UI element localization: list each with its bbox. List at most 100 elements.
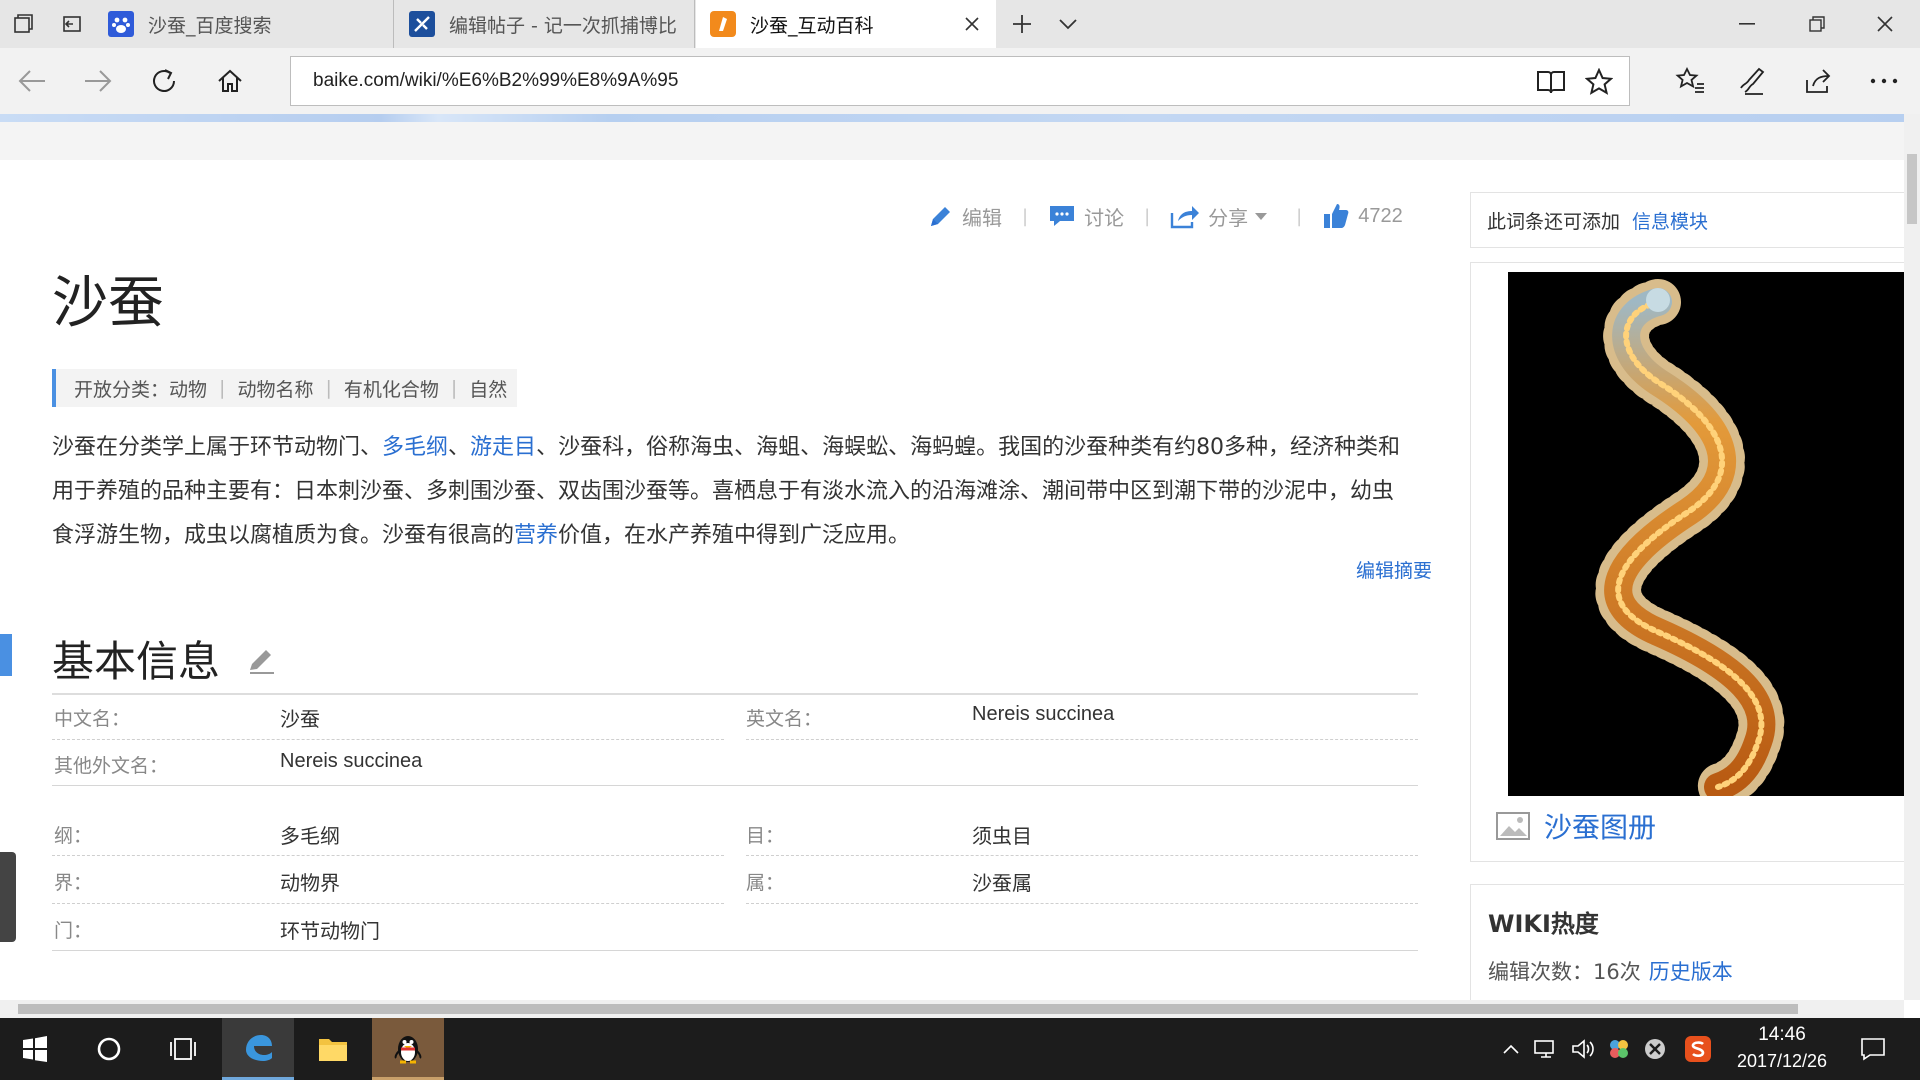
- task-view-icon[interactable]: [148, 1018, 218, 1080]
- category-separator: |: [219, 377, 226, 399]
- label-kingdom: 界：: [54, 872, 93, 894]
- sandworm-photo[interactable]: [1508, 272, 1904, 796]
- windows-taskbar: [0, 1018, 1920, 1080]
- tab-list-chevron-icon[interactable]: [1046, 0, 1090, 48]
- favorite-star-icon[interactable]: [1583, 66, 1615, 98]
- restore-icon[interactable]: [1782, 0, 1852, 48]
- article-actions: 编辑 | 讨论 | 分享 | 4722: [928, 198, 1403, 234]
- link-errantia[interactable]: 游走目: [470, 435, 536, 460]
- back-arrow-icon[interactable]: [8, 57, 56, 105]
- scrollbar-thumb[interactable]: [1907, 154, 1917, 224]
- more-options-icon[interactable]: [1860, 57, 1908, 105]
- add-module-text: 此词条还可添加: [1487, 210, 1621, 233]
- address-url[interactable]: baike.com/wiki/%E6%B2%99%E8%9A%95: [313, 57, 678, 105]
- row-divider: [746, 739, 1418, 740]
- page-load-progress: [0, 114, 1904, 122]
- cortana-icon[interactable]: [74, 1018, 144, 1080]
- tab-hudong-baike[interactable]: 沙蚕_互动百科: [696, 0, 996, 48]
- share-arrow-icon: [1170, 206, 1200, 229]
- blocked-status-icon[interactable]: [1638, 1018, 1672, 1080]
- photo-album-link[interactable]: 沙蚕图册: [1496, 806, 1656, 846]
- summary-text: 价值，在水产养殖中得到广泛应用。: [558, 523, 911, 548]
- forward-arrow-icon[interactable]: [74, 57, 122, 105]
- new-tab-icon[interactable]: [1000, 0, 1044, 48]
- label-en-name: 英文名：: [746, 708, 823, 730]
- row-divider: [746, 855, 1418, 856]
- value-class: 多毛纲: [280, 824, 340, 848]
- chat-bubble-icon: [1050, 206, 1075, 226]
- row-divider: [52, 903, 724, 904]
- wiki-heat-box: [1470, 884, 1904, 1004]
- like-action[interactable]: 4722: [1322, 202, 1403, 230]
- category-link[interactable]: 动物: [169, 375, 207, 402]
- horizontal-scrollbar[interactable]: [0, 1000, 1904, 1018]
- label-phylum: 门：: [54, 920, 93, 942]
- favorites-hub-icon[interactable]: [1666, 57, 1714, 105]
- edit-label: 编辑: [962, 205, 1002, 230]
- action-separator: |: [1022, 205, 1029, 227]
- value-cn-name: 沙蚕: [280, 707, 320, 731]
- category-link[interactable]: 自然: [469, 375, 507, 402]
- windows-start-icon[interactable]: [0, 1018, 70, 1080]
- network-icon[interactable]: [1528, 1018, 1564, 1080]
- set-aside-tabs-icon[interactable]: [50, 0, 94, 48]
- history-versions-link[interactable]: 历史版本: [1649, 960, 1733, 984]
- picture-icon: [1496, 812, 1530, 840]
- category-link[interactable]: 动物名称: [237, 375, 313, 402]
- wiki-heat-heading: WIKI热度: [1488, 910, 1599, 938]
- row-divider: [52, 739, 724, 740]
- scrollbar-thumb[interactable]: [18, 1004, 1798, 1014]
- navigation-bar: baike.com/wiki/%E6%B2%99%E8%9A%95: [0, 48, 1920, 114]
- open-categories: 开放分类： 动物 | 动物名称 | 有机化合物 | 自然: [52, 369, 518, 407]
- row-divider: [746, 903, 1418, 904]
- action-center-icon[interactable]: [1850, 1018, 1896, 1080]
- volume-icon[interactable]: [1566, 1018, 1600, 1080]
- minimize-icon[interactable]: [1712, 0, 1782, 48]
- vertical-scrollbar[interactable]: [1904, 114, 1920, 1000]
- qq-penguin-icon[interactable]: [372, 1018, 444, 1080]
- edge-browser-icon[interactable]: [222, 1018, 294, 1080]
- tab-strip: 沙蚕_百度搜索 编辑帖子 - 记一次抓捕博比 沙蚕_互动百科: [0, 0, 1920, 48]
- add-module-box: 此词条还可添加 信息模块: [1470, 192, 1904, 248]
- label-order: 目：: [746, 825, 785, 847]
- category-link[interactable]: 有机化合物: [344, 375, 439, 402]
- info-module-link[interactable]: 信息模块: [1632, 207, 1708, 234]
- reading-view-icon[interactable]: [1535, 66, 1567, 98]
- section-edit-icon[interactable]: [246, 644, 278, 676]
- close-tab-icon[interactable]: [960, 12, 984, 36]
- show-hidden-icons-chevron-icon[interactable]: [1496, 1018, 1526, 1080]
- sogou-input-icon[interactable]: [1680, 1018, 1716, 1080]
- share-action[interactable]: 分享: [1170, 202, 1276, 231]
- categories-prefix: 开放分类：: [74, 378, 170, 401]
- edit-action[interactable]: 编辑: [928, 202, 1002, 231]
- address-bar[interactable]: baike.com/wiki/%E6%B2%99%E8%9A%95: [290, 56, 1630, 106]
- taskbar-clock[interactable]: 14:46 2017/12/26: [1722, 1022, 1842, 1074]
- infobox-bottom-rule: [52, 950, 1418, 951]
- tab-csdn-edit[interactable]: 编辑帖子 - 记一次抓捕博比: [395, 0, 695, 48]
- refresh-icon[interactable]: [140, 57, 188, 105]
- csdn-edit-icon: [409, 11, 435, 37]
- value-phylum: 环节动物门: [280, 919, 380, 943]
- edit-summary-link[interactable]: 编辑摘要: [1356, 556, 1432, 583]
- web-note-pen-icon[interactable]: [1730, 57, 1778, 105]
- app-tray-icon[interactable]: [1602, 1018, 1636, 1080]
- value-genus: 沙蚕属: [972, 871, 1032, 895]
- tab-baidu-search[interactable]: 沙蚕_百度搜索: [94, 0, 394, 48]
- home-icon[interactable]: [206, 57, 254, 105]
- link-nutrition[interactable]: 营养: [514, 523, 558, 548]
- file-explorer-icon[interactable]: [298, 1018, 368, 1080]
- action-separator: |: [1144, 205, 1151, 227]
- side-dock-widget[interactable]: [0, 852, 16, 942]
- close-window-icon[interactable]: [1850, 0, 1920, 48]
- tab-label: 沙蚕_百度搜索: [148, 14, 272, 37]
- discuss-action[interactable]: 讨论: [1048, 202, 1124, 231]
- infobox-top-rule: [52, 693, 1418, 695]
- wiki-edit-count: 编辑次数：16次 历史版本: [1488, 956, 1733, 986]
- value-order: 须虫目: [972, 824, 1032, 848]
- tab-preview-icon[interactable]: [2, 0, 46, 48]
- article-summary: 沙蚕在分类学上属于环节动物门、多毛纲、游走目、沙蚕科，俗称海虫、海蛆、海蜈蚣、海…: [52, 426, 1412, 558]
- link-polychaeta[interactable]: 多毛纲: [382, 435, 448, 460]
- share-icon[interactable]: [1794, 57, 1842, 105]
- summary-text: 、: [448, 435, 471, 460]
- section-marker: [0, 634, 12, 676]
